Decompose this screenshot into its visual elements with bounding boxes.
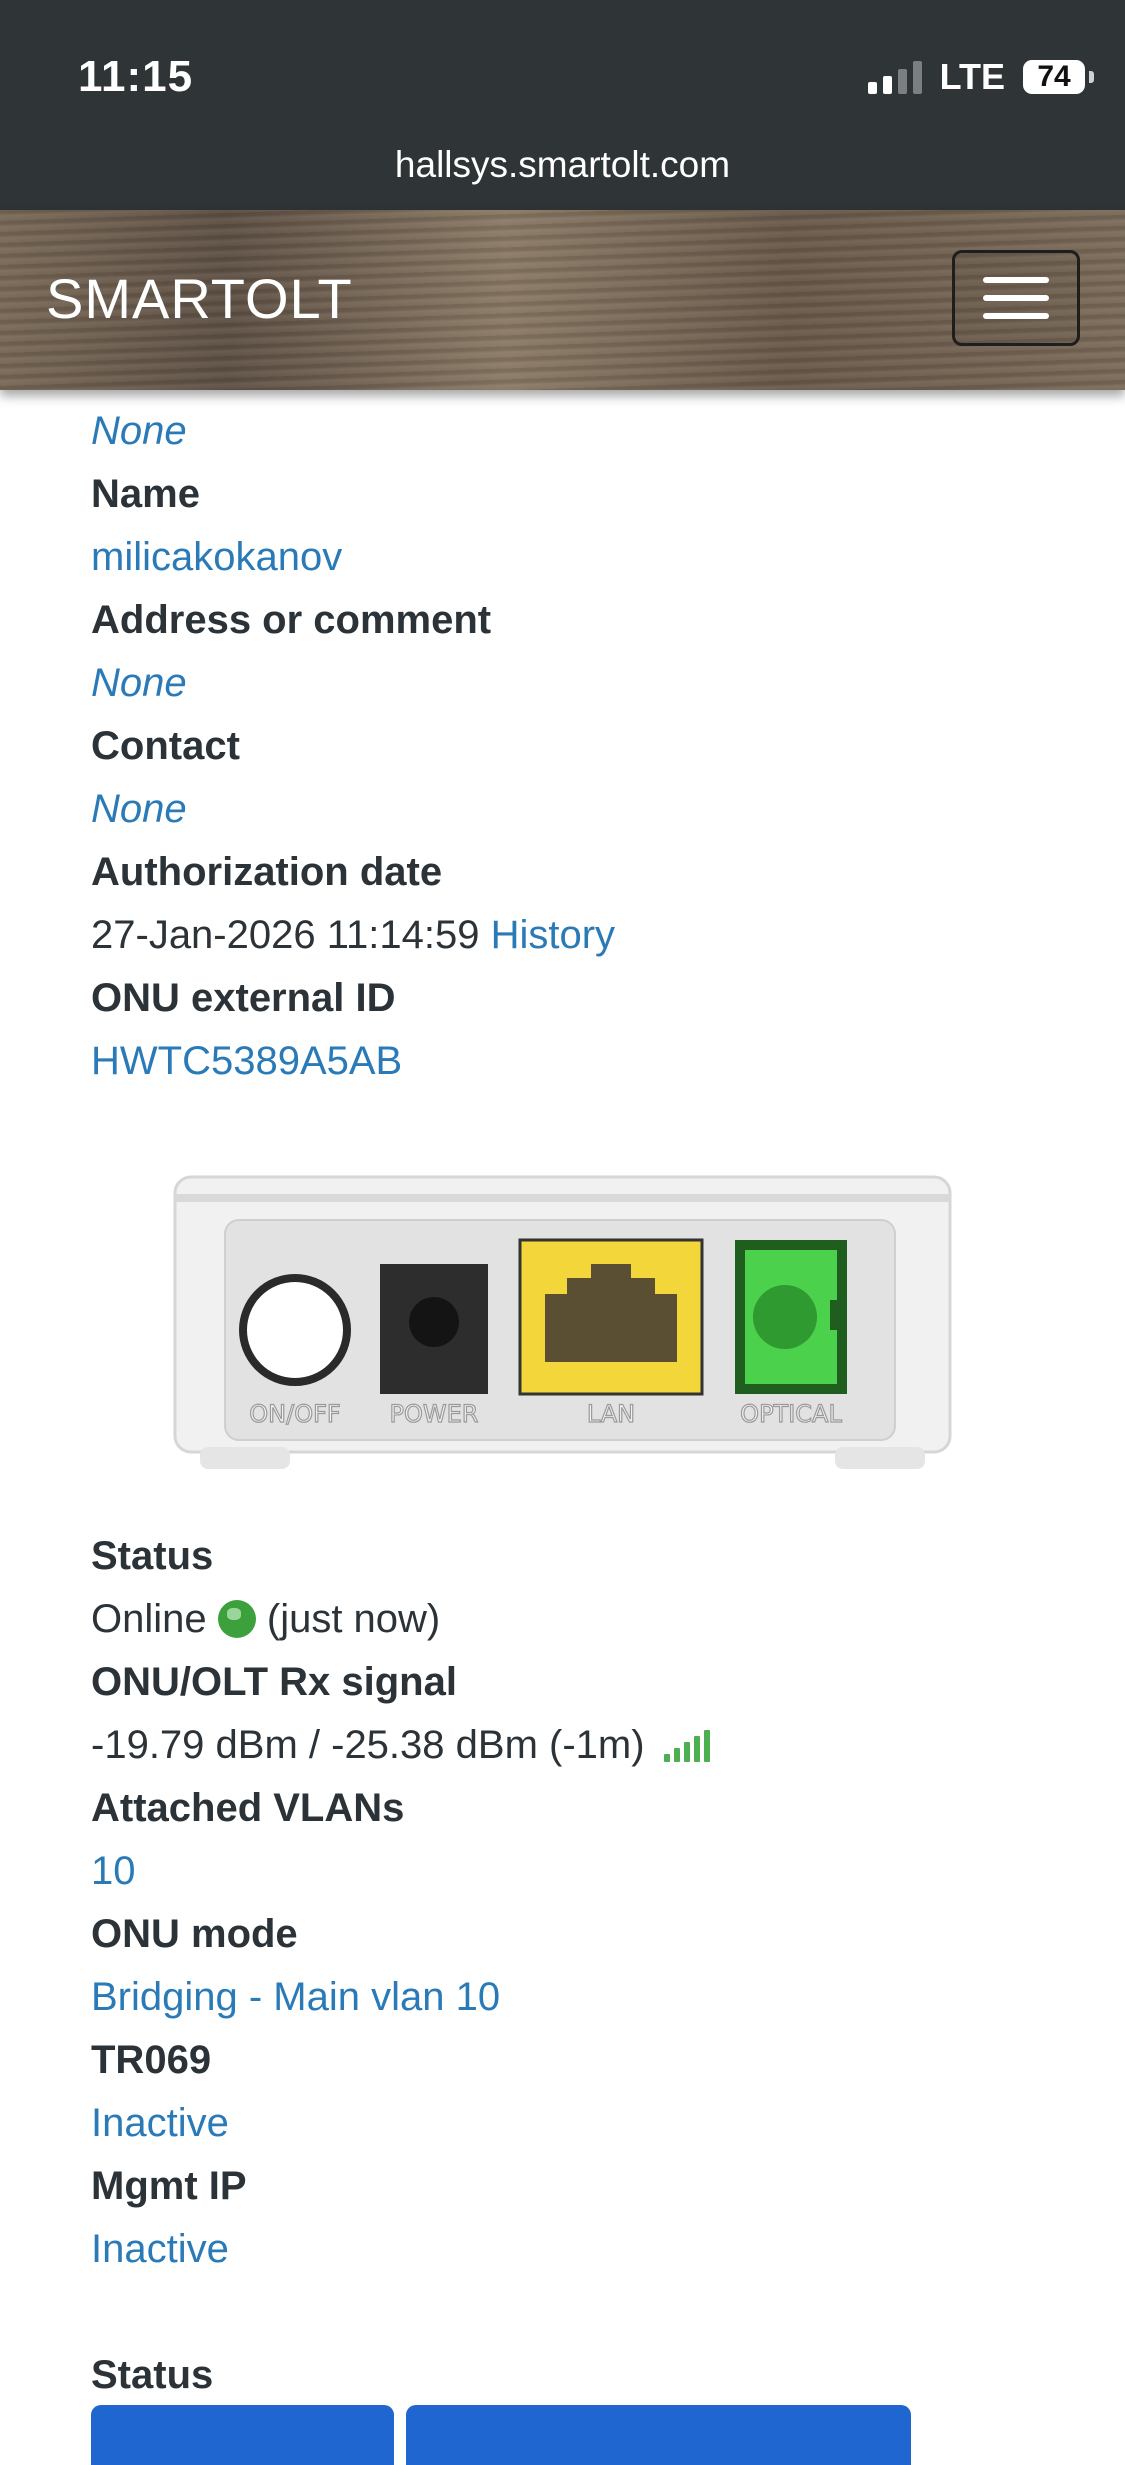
power-port (380, 1264, 488, 1394)
name-label: Name (91, 472, 200, 516)
battery-icon: 74 (1023, 60, 1094, 94)
port-label-onoff: ON/OFF (249, 1400, 340, 1428)
address-label: Address or comment (91, 598, 492, 642)
site-navbar: SMARTOLT (0, 210, 1125, 390)
status-action-button-2[interactable] (406, 2405, 911, 2465)
odb-value[interactable]: None (91, 400, 1081, 463)
hamburger-menu-button[interactable] (952, 250, 1080, 346)
status-value: Online (91, 1597, 207, 1641)
mgmt-ip-value[interactable]: Inactive (91, 2218, 1081, 2281)
hamburger-icon-line (983, 313, 1049, 319)
tr069-value[interactable]: Inactive (91, 2092, 1081, 2155)
tr069-label: TR069 (91, 2038, 212, 2082)
port-label-power: POWER (390, 1400, 479, 1428)
status-bar: 11:15 LTE 74 hallsys.smartolt.com (0, 0, 1125, 210)
lan-port (518, 1238, 704, 1396)
status-label: Status (91, 1534, 214, 1578)
vlans-label: Attached VLANs (91, 1786, 405, 1830)
status-action-button-1[interactable] (91, 2405, 394, 2465)
contact-value[interactable]: None (91, 778, 1081, 841)
port-label-optical: OPTICAL (740, 1400, 842, 1428)
rx-signal-value: -19.79 dBm / -25.38 dBm (-1m) (91, 1723, 645, 1767)
contact-label: Contact (91, 724, 240, 768)
onu-device-image: ON/OFF POWER LAN OPTICAL (173, 1175, 952, 1469)
history-link[interactable]: History (491, 913, 615, 957)
on-off-button-port (239, 1274, 351, 1386)
cellular-signal-icon (867, 60, 922, 94)
onu-mode-label: ONU mode (91, 1912, 298, 1956)
external-id-value[interactable]: HWTC5389A5AB (91, 1030, 1081, 1093)
authorization-date-label: Authorization date (91, 850, 443, 894)
authorization-date-value: 27-Jan-2026 11:14:59 (91, 913, 480, 957)
signal-strength-icon (663, 1730, 710, 1762)
status-section-label: Status (91, 2353, 214, 2397)
network-type: LTE (939, 56, 1005, 97)
hamburger-icon-line (983, 295, 1049, 301)
name-value[interactable]: milicakokanov (91, 526, 1081, 589)
status-row: Online (just now) (91, 1588, 1081, 1651)
brand-logo[interactable]: SMARTOLT (46, 266, 353, 331)
status-time: (just now) (266, 1597, 441, 1641)
address-value[interactable]: None (91, 652, 1081, 715)
external-id-label: ONU external ID (91, 976, 396, 1020)
address-bar[interactable]: hallsys.smartolt.com (0, 144, 1125, 186)
system-indicators: LTE 74 (867, 56, 1094, 98)
hamburger-icon-line (983, 277, 1049, 283)
authorization-date-row: 27-Jan-2026 11:14:59 History (91, 904, 1081, 967)
rx-signal-row: -19.79 dBm / -25.38 dBm (-1m) (91, 1714, 1081, 1777)
rx-signal-label: ONU/OLT Rx signal (91, 1660, 457, 1704)
optical-port (735, 1240, 847, 1394)
port-label-lan: LAN (587, 1400, 635, 1428)
online-globe-icon (217, 1600, 256, 1638)
onu-status: Status Online (just now) ONU/OLT Rx sign… (91, 1525, 1081, 2407)
mgmt-ip-label: Mgmt IP (91, 2164, 247, 2208)
status-action-buttons (91, 2405, 911, 2465)
clock: 11:15 (78, 52, 194, 101)
onu-mode-value[interactable]: Bridging - Main vlan 10 (91, 1966, 1081, 2029)
onu-details: ODB (Splitter) None Name milicakokanov A… (91, 360, 1081, 1093)
vlans-value[interactable]: 10 (91, 1840, 1081, 1903)
